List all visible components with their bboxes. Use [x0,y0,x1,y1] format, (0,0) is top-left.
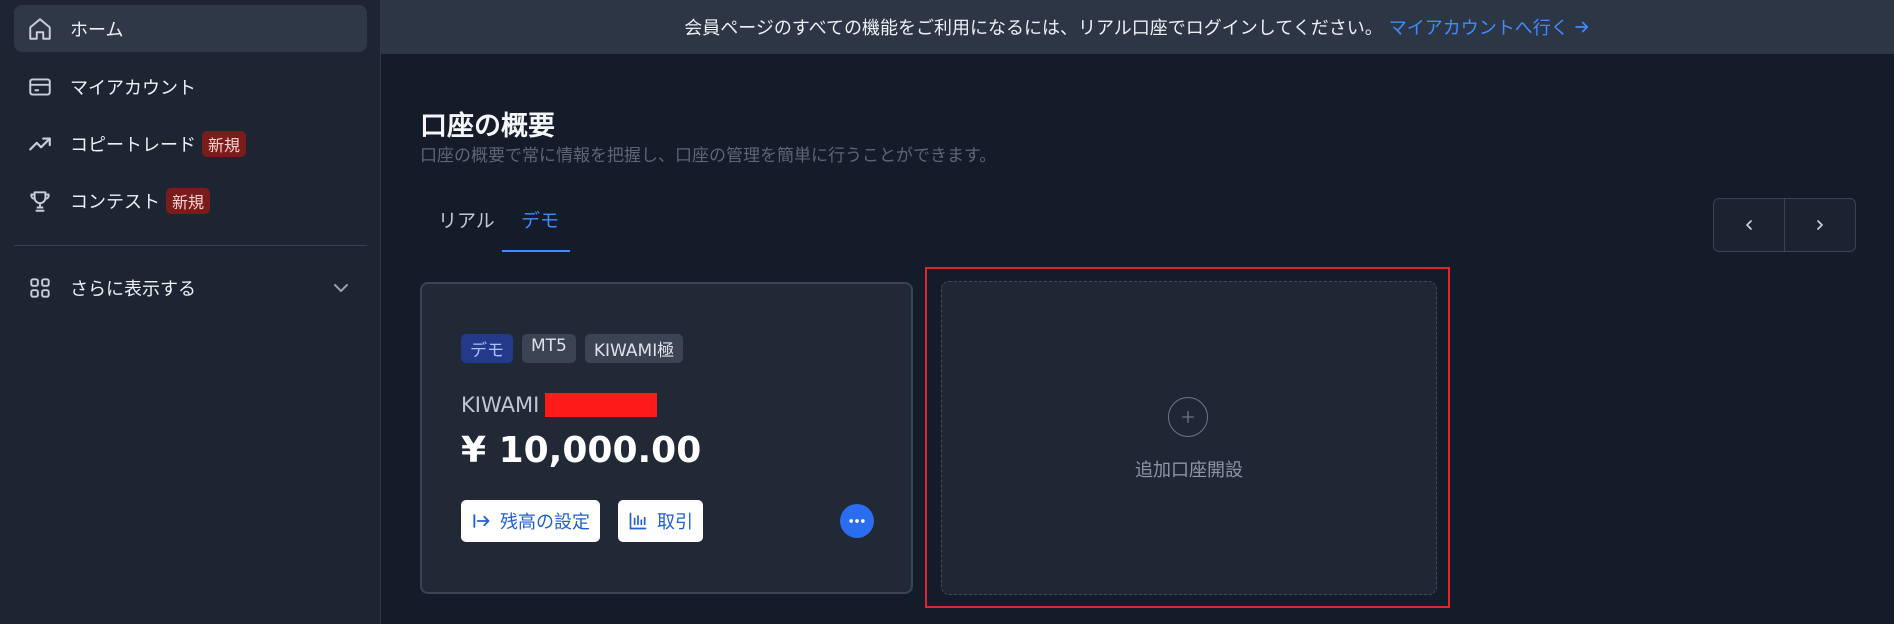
add-account-card[interactable]: 追加口座開設 [941,281,1437,595]
chevron-down-icon[interactable] [329,276,353,300]
account-name: KIWAMI [461,393,658,417]
account-name-text: KIWAMI [461,393,540,417]
sidebar-item-my-account[interactable]: マイアカウント [14,63,367,110]
login-banner: 会員ページのすべての機能をご利用になるには、リアル口座でログインしてください。 … [381,0,1894,54]
account-tag-type: KIWAMI極 [584,334,684,363]
my-account-link-label: マイアカウントへ行く [1388,18,1569,39]
set-balance-label: 残高の設定 [500,512,590,533]
tab-demo[interactable]: デモ [521,206,559,233]
account-tags: デモ MT5 KIWAMI極 [461,334,684,363]
new-badge: 新規 [202,130,247,157]
set-balance-icon [473,514,490,528]
sidebar-item-label: コピートレード [70,134,196,156]
home-icon [26,15,54,43]
page-title: 口座の概要 [420,111,555,142]
page-subtitle: 口座の概要で常に情報を把握し、口座の管理を簡単に行うことができます。 [420,146,997,166]
account-tag-platform: MT5 [522,334,576,363]
more-dots-icon [849,519,865,523]
sidebar-item-label: さらに表示する [70,278,196,300]
grid-icon [26,274,54,302]
account-actions: 残高の設定 取引 [461,500,703,542]
tab-real[interactable]: リアル [438,206,495,233]
add-account-label: 追加口座開設 [1135,460,1243,481]
new-badge: 新規 [166,187,211,214]
sidebar-item-copy-trade[interactable]: コピートレード 新規 [14,120,367,167]
trending-up-icon [26,130,54,158]
sidebar-item-label: コンテスト [70,191,160,213]
trade-label: 取引 [657,512,693,533]
sidebar-item-label: ホーム [70,19,124,41]
trade-button[interactable]: 取引 [618,500,703,542]
my-account-link[interactable]: マイアカウントへ行く [1389,14,1591,40]
account-balance: ¥ 10,000.00 [461,430,702,471]
chart-icon [629,512,647,530]
previous-button[interactable] [1714,199,1784,251]
card-icon [26,73,54,101]
chevron-left-icon [1746,220,1752,230]
banner-text: 会員ページのすべての機能をご利用になるには、リアル口座でログインしてください。 [684,18,1383,39]
account-tag-demo: デモ [461,334,513,363]
active-tab-indicator [502,250,570,252]
redacted-account-number [545,393,658,417]
next-button[interactable] [1784,199,1855,251]
more-options-button[interactable] [840,504,874,538]
sidebar-divider [14,245,367,246]
sidebar-item-show-more[interactable]: さらに表示する [14,264,367,311]
sidebar-item-contest[interactable]: コンテスト 新規 [14,177,367,224]
trophy-icon [26,187,54,215]
chevron-right-icon [1817,220,1823,230]
plus-icon [1168,397,1208,437]
account-card: デモ MT5 KIWAMI極 KIWAMI ¥ 10,000.00 残高の設定 … [420,282,913,594]
sidebar: ホーム マイアカウント コピートレード 新規 コンテスト 新規 さらに表示する [0,0,381,624]
set-balance-button[interactable]: 残高の設定 [461,500,600,542]
sidebar-item-home[interactable]: ホーム [14,5,367,52]
carousel-pager [1713,198,1856,252]
sidebar-item-label: マイアカウント [70,77,196,99]
arrow-right-icon [1574,21,1588,33]
